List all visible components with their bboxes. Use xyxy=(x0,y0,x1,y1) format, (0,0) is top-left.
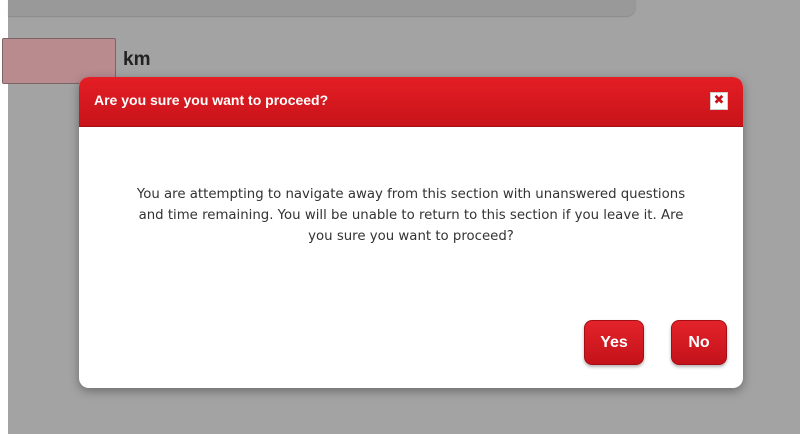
close-icon[interactable]: ✖ xyxy=(710,92,728,110)
dialog-message: You are attempting to navigate away from… xyxy=(136,187,686,244)
dialog-header: Are you sure you want to proceed? ✖ xyxy=(79,77,743,127)
no-button[interactable]: No xyxy=(671,320,727,365)
yes-button[interactable]: Yes xyxy=(584,320,644,365)
dialog-title: Are you sure you want to proceed? xyxy=(94,92,329,108)
top-panel-edge xyxy=(8,0,636,16)
unit-label: km xyxy=(123,49,151,70)
confirm-dialog: Are you sure you want to proceed? ✖ You … xyxy=(79,77,743,388)
